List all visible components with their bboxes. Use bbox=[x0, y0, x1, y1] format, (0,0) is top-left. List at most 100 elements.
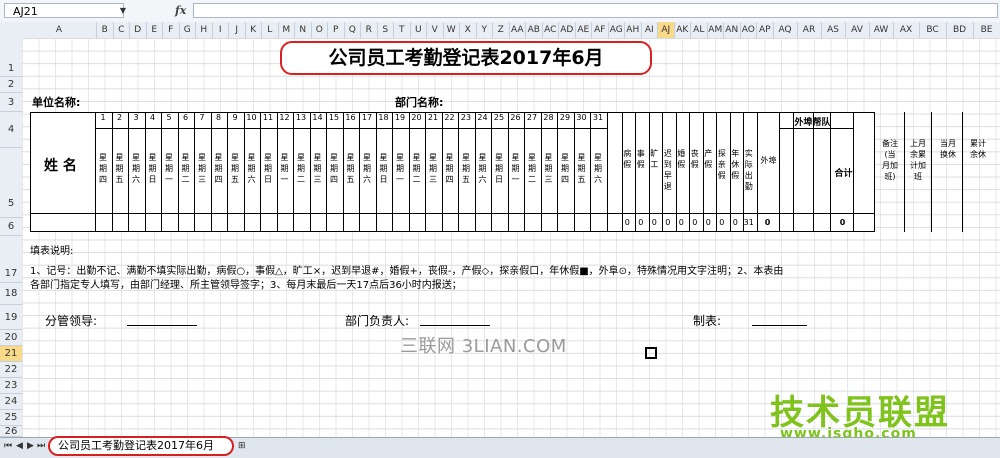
insert-function-icon[interactable]: fx bbox=[175, 3, 191, 18]
column-header-l[interactable]: L bbox=[262, 22, 279, 38]
weekday-label: 星期四 bbox=[95, 152, 111, 185]
cell-value[interactable]: 0 bbox=[835, 218, 851, 227]
column-header-aa[interactable]: AA bbox=[510, 22, 527, 38]
column-header-al[interactable]: AL bbox=[691, 22, 708, 38]
chevron-down-icon[interactable]: ▼ bbox=[115, 3, 131, 18]
prev-overtime-label: 上月余累计加班 bbox=[906, 138, 930, 182]
column-header-u[interactable]: U bbox=[411, 22, 428, 38]
column-header-x[interactable]: X bbox=[460, 22, 477, 38]
column-header-v[interactable]: V bbox=[427, 22, 444, 38]
cell-value[interactable]: 0 bbox=[661, 218, 675, 227]
row-header-5[interactable]: 5 bbox=[0, 148, 22, 218]
column-header-aq[interactable]: AQ bbox=[774, 22, 798, 38]
column-header-q[interactable]: Q bbox=[345, 22, 362, 38]
column-header-ak[interactable]: AK bbox=[675, 22, 692, 38]
column-header-n[interactable]: N bbox=[295, 22, 312, 38]
first-sheet-icon[interactable]: ⏮ bbox=[4, 441, 12, 451]
weekday-label: 星期一 bbox=[277, 152, 293, 185]
sheet-tab[interactable]: 公司员工考勤登记表2017年6月 bbox=[48, 436, 234, 456]
weekday-label: 星期六 bbox=[244, 152, 260, 185]
column-header-w[interactable]: W bbox=[444, 22, 461, 38]
last-sheet-icon[interactable]: ⏭ bbox=[37, 441, 45, 451]
column-header-av[interactable]: AV bbox=[846, 22, 870, 38]
cell-value[interactable]: 0 bbox=[715, 218, 729, 227]
column-header-be[interactable]: BE bbox=[974, 22, 1000, 38]
cell-grid[interactable] bbox=[22, 38, 1000, 443]
cell-value[interactable]: 0 bbox=[729, 218, 743, 227]
row-header-25[interactable]: 25 bbox=[0, 410, 22, 426]
column-header-k[interactable]: K bbox=[246, 22, 263, 38]
row-header-24[interactable]: 24 bbox=[0, 394, 22, 410]
cell-value[interactable]: 0 bbox=[621, 218, 635, 227]
column-header-p[interactable]: P bbox=[328, 22, 345, 38]
column-header-ar[interactable]: AR bbox=[798, 22, 822, 38]
cell-value[interactable]: 0 bbox=[675, 218, 689, 227]
sheet-title[interactable]: 公司员工考勤登记表2017年6月 bbox=[280, 41, 652, 75]
column-header-ao[interactable]: AO bbox=[741, 22, 758, 38]
cell-value[interactable]: 31 bbox=[742, 218, 756, 227]
column-header-ad[interactable]: AD bbox=[559, 22, 576, 38]
column-header-ap[interactable]: AP bbox=[757, 22, 774, 38]
column-header-af[interactable]: AF bbox=[592, 22, 609, 38]
column-header-d[interactable]: D bbox=[130, 22, 147, 38]
row-header-20[interactable]: 20 bbox=[0, 330, 22, 346]
column-header-aw[interactable]: AW bbox=[870, 22, 894, 38]
column-header-f[interactable]: F bbox=[163, 22, 180, 38]
row-header-6[interactable]: 6 bbox=[0, 218, 22, 236]
formula-input[interactable] bbox=[193, 3, 998, 18]
column-header-ag[interactable]: AG bbox=[609, 22, 626, 38]
insert-sheet-icon[interactable]: ⊞ bbox=[238, 441, 246, 451]
column-header-bc[interactable]: BC bbox=[920, 22, 947, 38]
day-number: 30 bbox=[574, 113, 590, 122]
row-header-18[interactable]: 18 bbox=[0, 283, 22, 305]
column-header-ah[interactable]: AH bbox=[625, 22, 642, 38]
cell-value[interactable]: 0 bbox=[760, 218, 776, 227]
row-header-3[interactable]: 3 bbox=[0, 93, 22, 112]
column-header-bd[interactable]: BD bbox=[947, 22, 974, 38]
column-header-b[interactable]: B bbox=[97, 22, 114, 38]
name-box[interactable]: AJ21 bbox=[4, 3, 124, 18]
column-header-ai[interactable]: AI bbox=[642, 22, 659, 38]
row-header-4[interactable]: 4 bbox=[0, 112, 22, 148]
cell-value[interactable]: 0 bbox=[702, 218, 716, 227]
column-header-j[interactable]: J bbox=[229, 22, 246, 38]
row-header-21[interactable]: 21 bbox=[0, 346, 22, 362]
row-header-1[interactable]: 1 bbox=[0, 38, 22, 77]
column-header-y[interactable]: Y bbox=[477, 22, 494, 38]
column-header-am[interactable]: AM bbox=[708, 22, 725, 38]
leave-type-label: 病假 bbox=[621, 148, 635, 170]
prev-sheet-icon[interactable]: ◀ bbox=[16, 441, 23, 451]
next-sheet-icon[interactable]: ▶ bbox=[27, 441, 34, 451]
column-header-i[interactable]: I bbox=[213, 22, 230, 38]
cell-value[interactable]: 0 bbox=[648, 218, 662, 227]
cell-value[interactable]: 0 bbox=[688, 218, 702, 227]
row-header-22[interactable]: 22 bbox=[0, 362, 22, 378]
column-header-g[interactable]: G bbox=[180, 22, 197, 38]
column-header-ab[interactable]: AB bbox=[526, 22, 543, 38]
column-header-aj[interactable]: AJ bbox=[658, 22, 675, 38]
column-header-s[interactable]: S bbox=[378, 22, 395, 38]
column-header-an[interactable]: AN bbox=[724, 22, 741, 38]
table-divider bbox=[622, 112, 623, 232]
column-header-o[interactable]: O bbox=[312, 22, 329, 38]
cell-value[interactable]: 0 bbox=[634, 218, 648, 227]
column-header-a[interactable]: A bbox=[22, 22, 97, 38]
column-header-e[interactable]: E bbox=[147, 22, 164, 38]
column-header-c[interactable]: C bbox=[114, 22, 131, 38]
row-header-23[interactable]: 23 bbox=[0, 378, 22, 394]
column-header-ac[interactable]: AC bbox=[543, 22, 560, 38]
column-header-as[interactable]: AS bbox=[822, 22, 846, 38]
column-header-ae[interactable]: AE bbox=[576, 22, 593, 38]
column-header-t[interactable]: T bbox=[394, 22, 411, 38]
row-header-2[interactable]: 2 bbox=[0, 77, 22, 93]
instructions-title: 填表说明: bbox=[30, 242, 73, 257]
row-header-26[interactable]: 26 bbox=[0, 426, 22, 437]
column-header-ax[interactable]: AX bbox=[894, 22, 920, 38]
column-header-h[interactable]: H bbox=[196, 22, 213, 38]
column-header-z[interactable]: Z bbox=[493, 22, 510, 38]
column-header-m[interactable]: M bbox=[279, 22, 296, 38]
row-header-19[interactable]: 19 bbox=[0, 305, 22, 330]
column-header-r[interactable]: R bbox=[361, 22, 378, 38]
instructions-line-1: 1、记号：出勤不记、满勤不填实际出勤，病假○，事假△，旷工×，迟到早退#，婚假+… bbox=[30, 262, 783, 277]
row-header-17[interactable]: 17 bbox=[0, 236, 22, 283]
